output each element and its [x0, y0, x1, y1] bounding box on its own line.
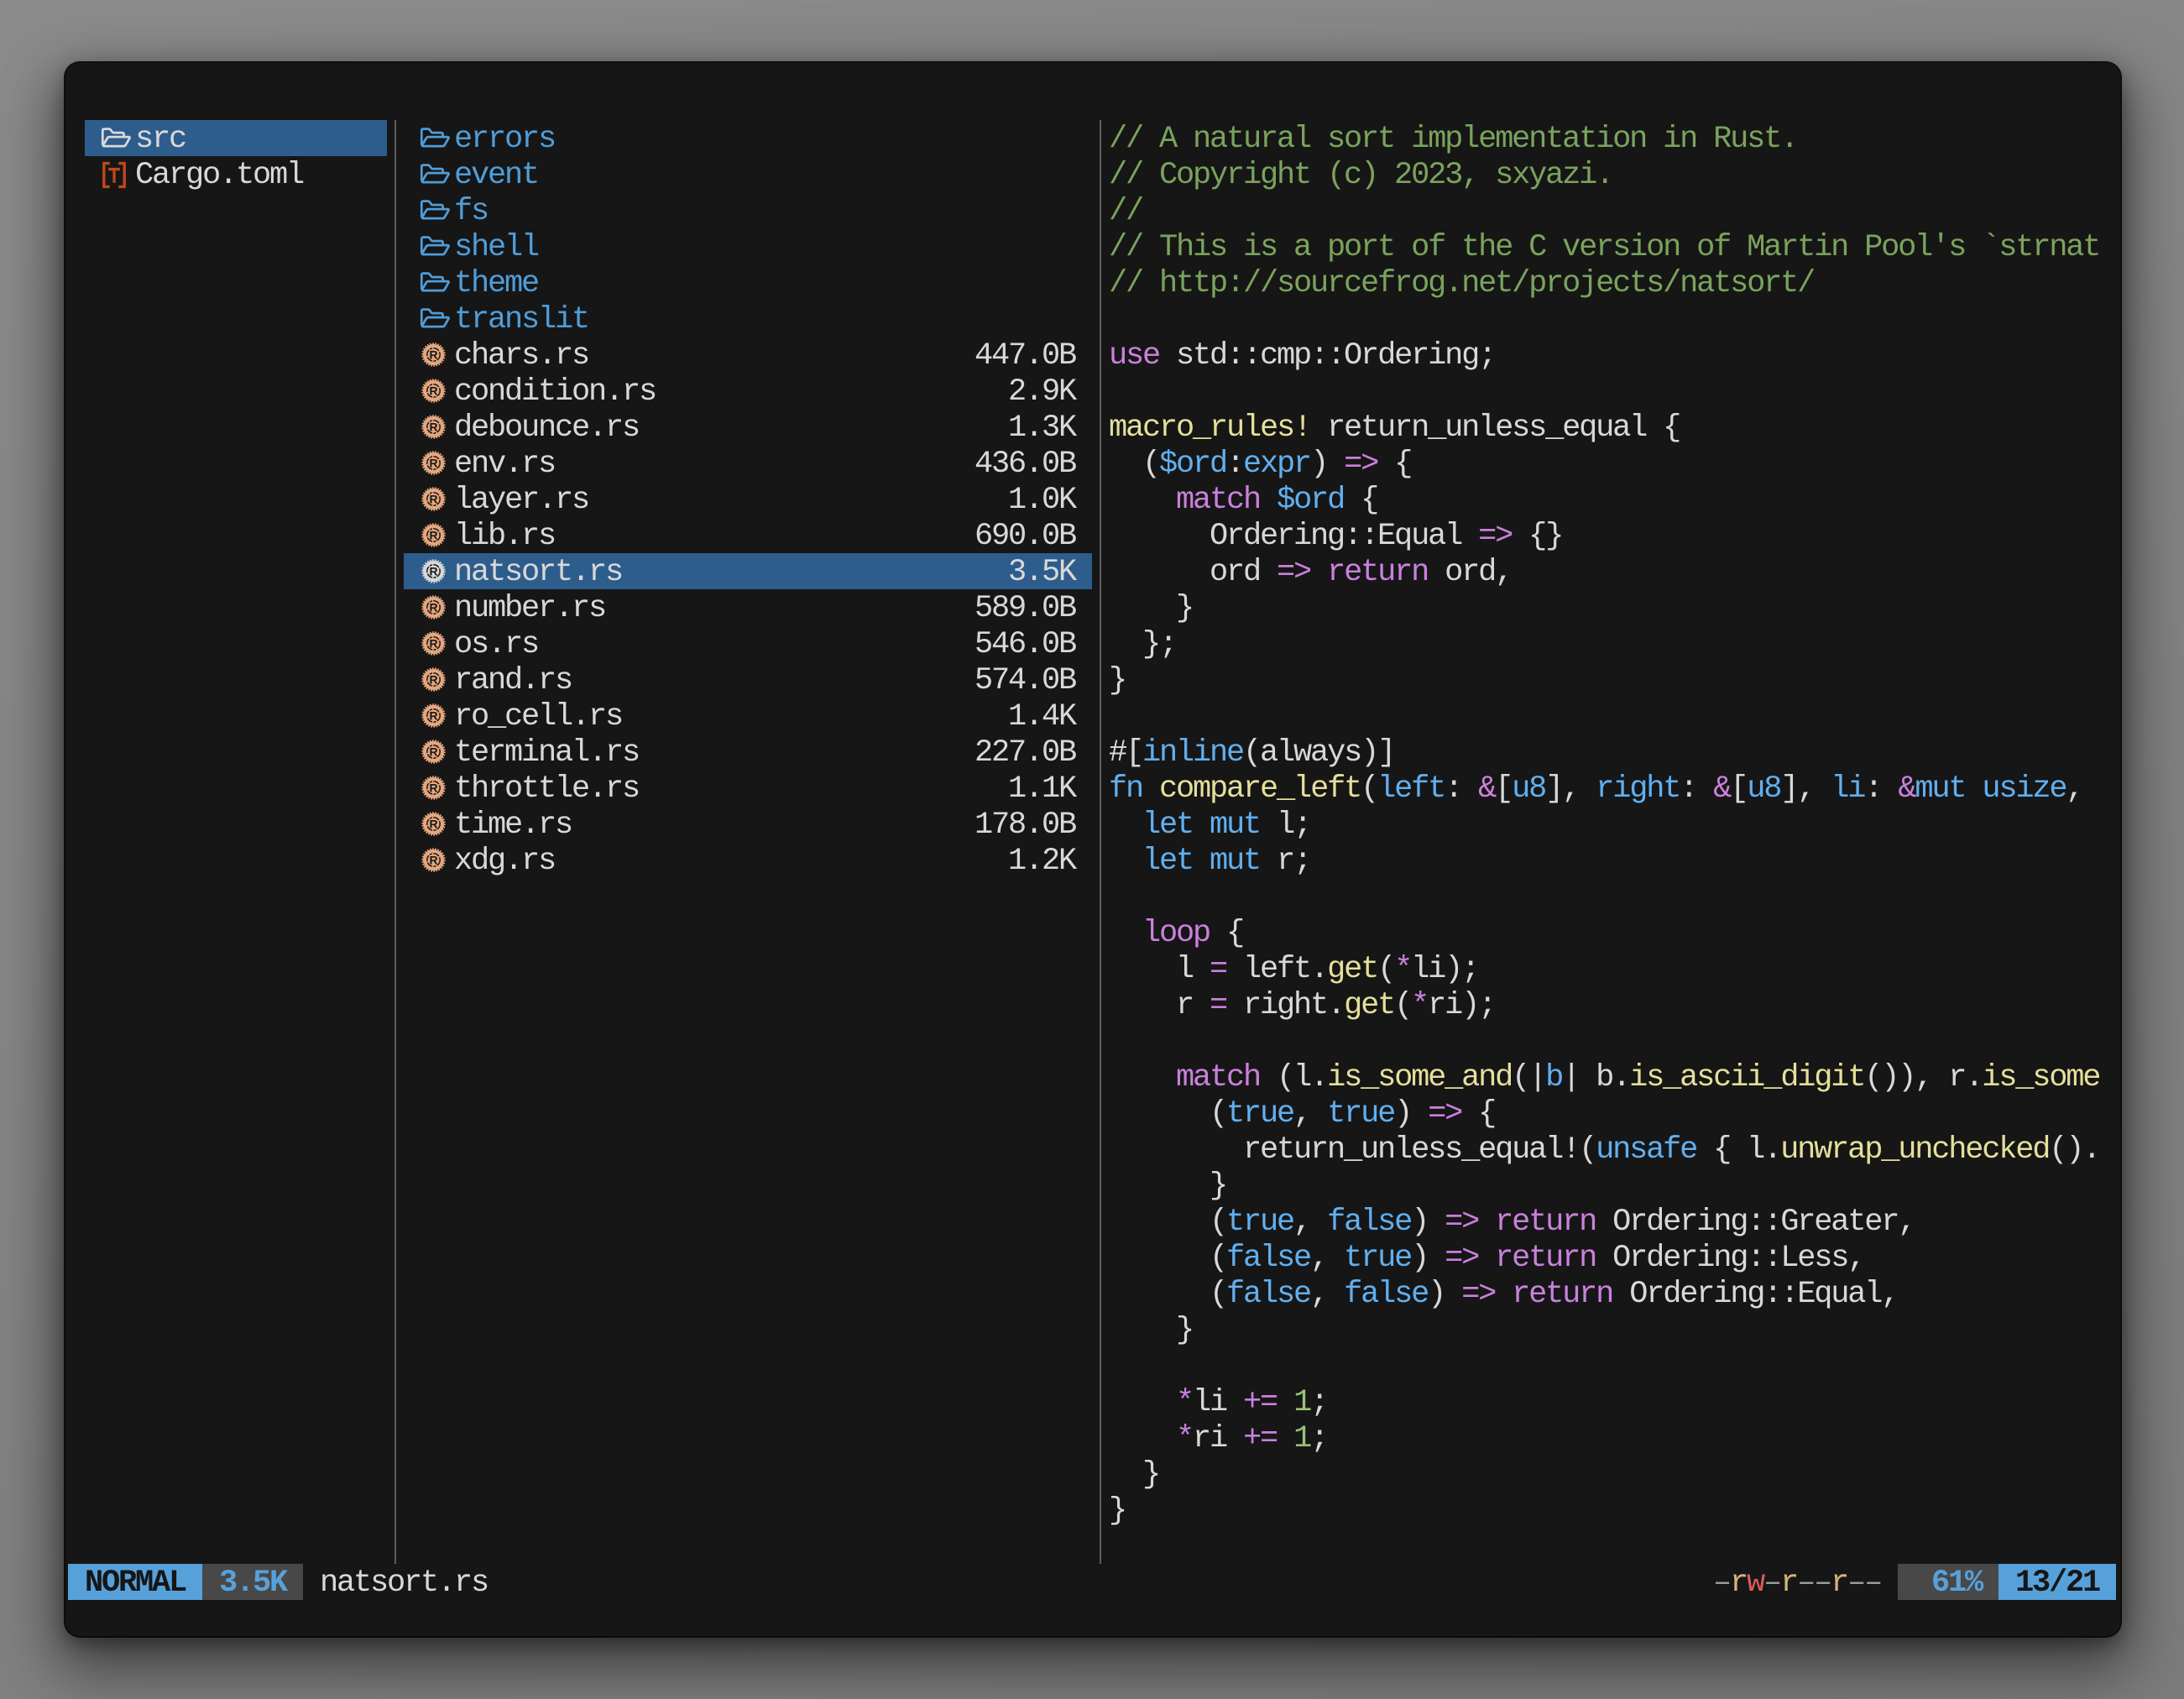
svg-text:R: R [430, 637, 438, 651]
svg-text:R: R [430, 565, 438, 578]
svg-text:R: R [430, 601, 438, 614]
svg-text:R: R [430, 818, 438, 831]
svg-text:R: R [430, 348, 438, 362]
svg-text:R: R [430, 493, 438, 506]
svg-text:R: R [430, 673, 438, 687]
svg-text:R: R [430, 457, 438, 470]
svg-text:R: R [430, 384, 438, 398]
svg-text:R: R [430, 854, 438, 867]
svg-text:R: R [430, 709, 438, 723]
svg-text:R: R [430, 745, 438, 759]
svg-text:R: R [430, 421, 438, 434]
svg-text:R: R [430, 529, 438, 542]
svg-text:R: R [430, 782, 438, 795]
